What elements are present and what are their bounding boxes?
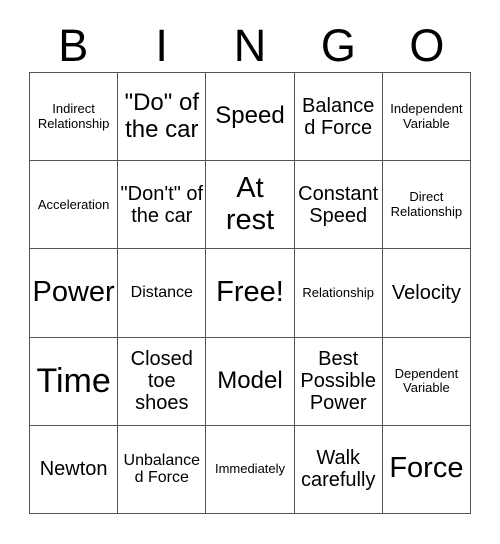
- bingo-cell[interactable]: "Do" of the car: [118, 73, 207, 162]
- bingo-cell[interactable]: Relationship: [294, 249, 383, 338]
- bingo-cell-label: Model: [217, 367, 283, 394]
- bingo-header-letter-n: N: [233, 19, 267, 71]
- bingo-cell[interactable]: Newton: [30, 425, 119, 514]
- bingo-cell[interactable]: Velocity: [382, 249, 471, 338]
- bingo-cell-label: Constant Speed: [298, 182, 379, 227]
- bingo-cell-label: At rest: [225, 171, 275, 236]
- bingo-cell-label: Force: [389, 452, 464, 485]
- bingo-cell[interactable]: Acceleration: [30, 161, 119, 250]
- bingo-cell-label: Unbalanced Force: [123, 451, 201, 487]
- bingo-cell[interactable]: Direct Relationship: [382, 161, 471, 250]
- bingo-grid: Indirect Relationship "Do" of the car Spee…: [29, 72, 471, 514]
- bingo-cell-label: Newton: [39, 458, 108, 481]
- bingo-cell[interactable]: Distance: [118, 249, 207, 338]
- bingo-header-letter-i: I: [155, 19, 168, 71]
- bingo-cell[interactable]: Power: [30, 249, 119, 338]
- bingo-cell-label: Dependent Variable: [394, 365, 459, 396]
- bingo-card: B I N G O Indirect Relationship "Do" of the c…: [0, 0, 500, 544]
- bingo-header-letter-b: B: [58, 19, 89, 71]
- bingo-cell-free-space[interactable]: Free!: [206, 249, 295, 338]
- bingo-cell-label: Free!: [216, 276, 284, 309]
- bingo-cell[interactable]: Immediately: [206, 425, 295, 514]
- bingo-cell-label: Immediately: [214, 461, 286, 477]
- bingo-cell-label: Balanced Force: [302, 94, 375, 139]
- bingo-header-letter-o: O: [409, 19, 445, 71]
- bingo-cell[interactable]: Closed toe shoes: [118, 337, 207, 426]
- bingo-cell[interactable]: Independent Variable: [382, 73, 471, 162]
- bingo-cell-label: Velocity: [391, 281, 461, 304]
- bingo-cell-label: "Don't" of the car: [120, 182, 204, 227]
- bingo-cell-label: Indirect Relationship: [37, 101, 110, 131]
- bingo-cell[interactable]: Unbalanced Force: [118, 425, 207, 514]
- bingo-cell-label: Independent Variable: [390, 101, 463, 131]
- bingo-cell[interactable]: Model: [206, 337, 295, 426]
- bingo-cell[interactable]: "Don't" of the car: [118, 161, 207, 250]
- bingo-header-row: BINGO: [29, 18, 471, 72]
- bingo-cell[interactable]: Constant Speed: [294, 161, 383, 250]
- bingo-cell-label: Relationship: [302, 284, 374, 300]
- bingo-cell-label: Speed: [215, 102, 285, 130]
- bingo-cell-label: Power: [32, 276, 115, 309]
- bingo-cell[interactable]: Walk carefully: [294, 425, 383, 514]
- bingo-cell-label: Closed toe shoes: [130, 348, 193, 415]
- bingo-cell[interactable]: At rest: [206, 161, 295, 250]
- bingo-cell[interactable]: Time: [30, 337, 119, 426]
- bingo-cell-label: Best Possible Power: [300, 348, 376, 415]
- bingo-cell-label: "Do" of the car: [124, 89, 199, 143]
- bingo-cell-label: Time: [36, 361, 111, 400]
- bingo-cell[interactable]: Speed: [206, 73, 295, 162]
- bingo-cell-label: Direct Relationship: [390, 189, 463, 219]
- bingo-cell[interactable]: Balanced Force: [294, 73, 383, 162]
- bingo-header-letter-g: G: [320, 19, 356, 71]
- bingo-cell-label: Walk carefully: [300, 447, 376, 492]
- bingo-cell[interactable]: Dependent Variable: [382, 337, 471, 426]
- bingo-cell[interactable]: Indirect Relationship: [30, 73, 119, 162]
- bingo-cell-label: Distance: [130, 284, 193, 302]
- bingo-cell-label: Acceleration: [37, 196, 110, 212]
- bingo-cell[interactable]: Force: [382, 425, 471, 514]
- bingo-cell[interactable]: Best Possible Power: [294, 337, 383, 426]
